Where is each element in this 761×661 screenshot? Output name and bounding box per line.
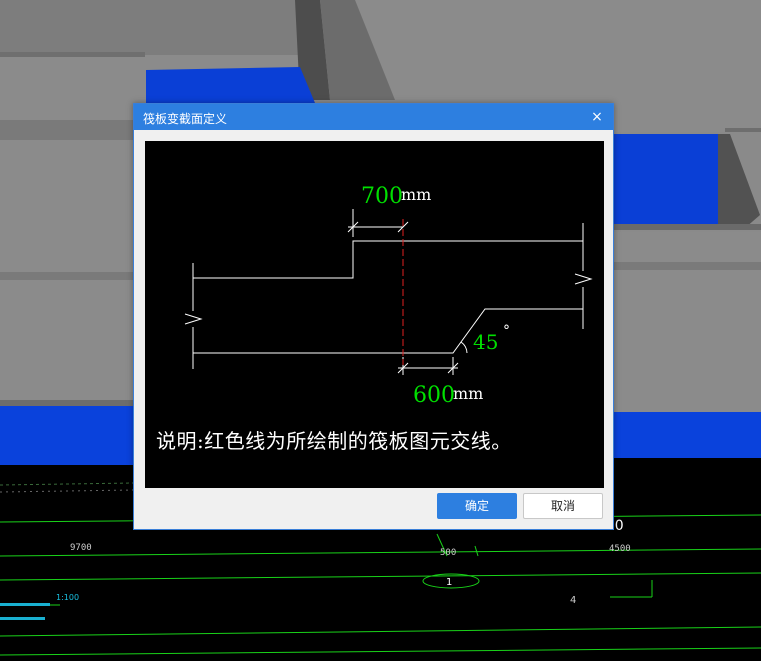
ok-button[interactable]: 确定 — [437, 493, 517, 519]
cancel-button[interactable]: 取消 — [523, 493, 603, 519]
slab-bottom-edge — [193, 308, 583, 354]
diagram-note: 说明:红色线为所绘制的筏板图元交线。 — [156, 429, 512, 453]
bottom-dim-value: 600 — [413, 383, 455, 408]
bg-label-4: 4 — [570, 595, 576, 606]
bg-label-4500: 4500 — [609, 544, 631, 554]
bottom-dim-unit: mm — [453, 384, 483, 403]
close-icon[interactable]: × — [587, 107, 607, 127]
bg-label-scale: 1:100 — [56, 593, 79, 602]
right-break-symbol — [574, 273, 593, 285]
angle-value: 45 — [473, 330, 498, 354]
slab-top-edge — [193, 240, 583, 279]
bg-label-500: 500 — [440, 548, 456, 558]
bg-label-9700: 9700 — [70, 543, 92, 553]
top-dim-value: 700 — [361, 184, 403, 209]
dialog-title: 筏板变截面定义 — [143, 112, 228, 126]
top-dim-unit: mm — [401, 185, 431, 204]
section-diagram-canvas: 700 mm 600 mm 45 ° 说明:红色线为所绘制的筏板图元交线。 — [145, 141, 604, 488]
angle-unit: ° — [503, 323, 510, 339]
raft-section-dialog: 筏板变截面定义 × 700 mm 600 mm 45 ° 说明:红色线为所绘制的… — [133, 103, 614, 530]
bg-label-axis-1: 1 — [446, 577, 452, 588]
left-break-symbol — [184, 313, 203, 325]
angle-arc — [460, 341, 468, 354]
dialog-titlebar[interactable]: 筏板变截面定义 × — [134, 104, 613, 130]
